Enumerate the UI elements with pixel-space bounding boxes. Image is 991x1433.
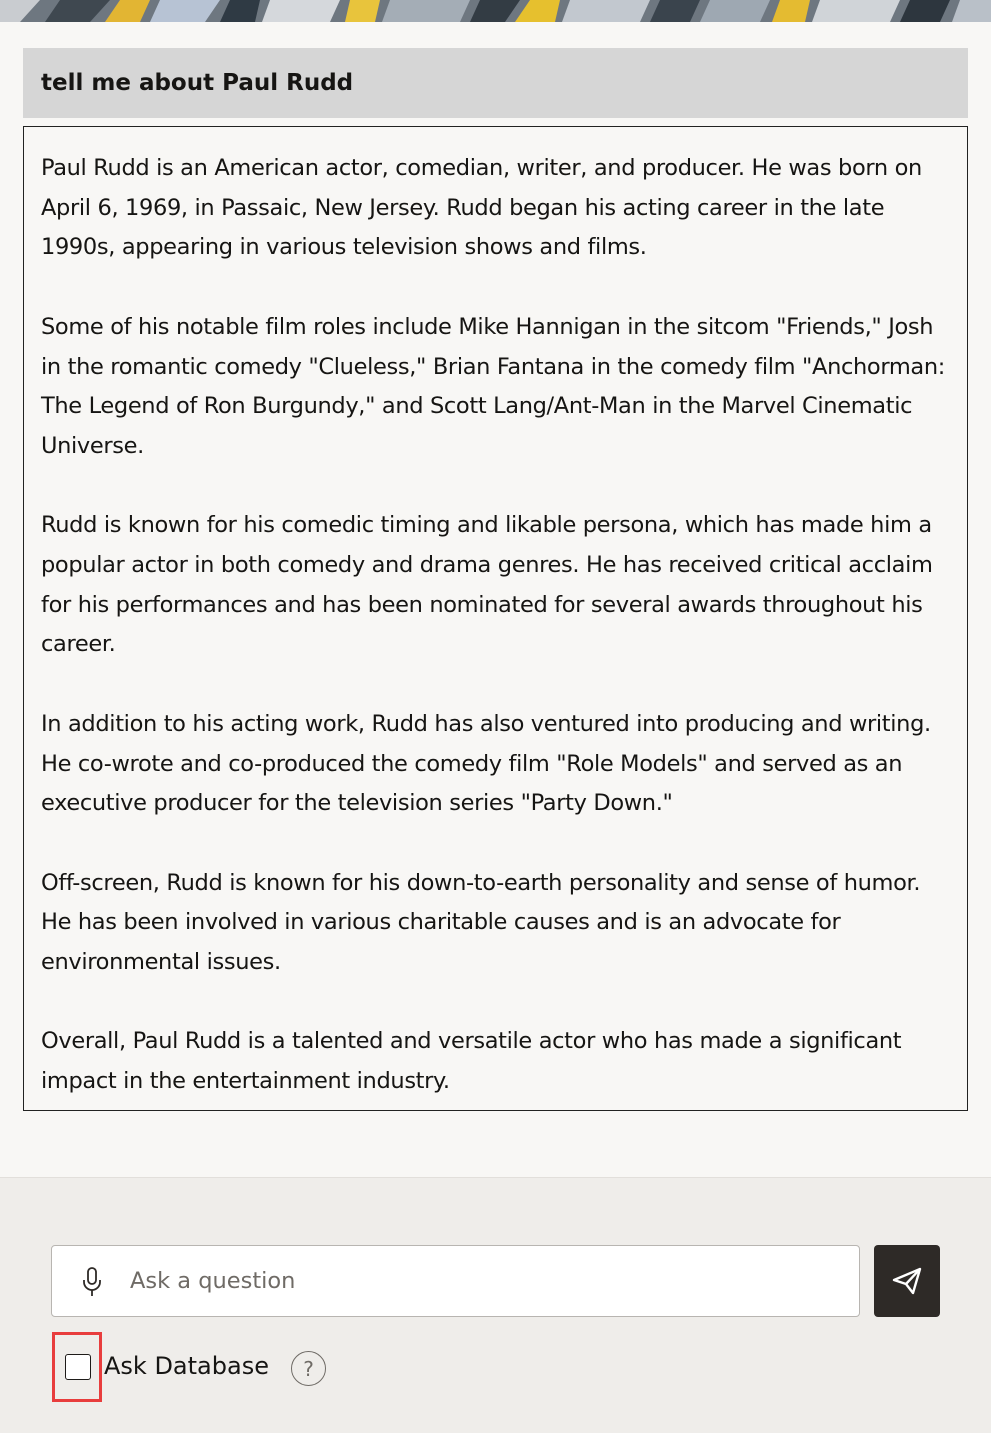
answer-paragraph: Paul Rudd is an American actor, comedian… [41, 155, 922, 261]
answer-paragraph: Overall, Paul Rudd is a talented and ver… [41, 1028, 902, 1095]
microphone-icon[interactable] [80, 1266, 104, 1298]
assistant-answer: Paul Rudd is an American actor, comedian… [23, 126, 968, 1111]
ask-database-checkbox[interactable] [65, 1354, 91, 1380]
decorative-banner [0, 0, 991, 22]
ask-database-label[interactable]: Ask Database [104, 1352, 269, 1380]
answer-paragraph: Off-screen, Rudd is known for his down-t… [41, 869, 921, 975]
paper-plane-icon [892, 1267, 922, 1295]
banner-pattern [0, 0, 991, 22]
answer-paragraph: Rudd is known for his comedic timing and… [41, 512, 933, 658]
question-input-box[interactable] [51, 1245, 860, 1317]
help-glyph: ? [303, 1356, 314, 1381]
question-input[interactable] [130, 1256, 830, 1306]
chat-transcript: tell me about Paul Rudd Paul Rudd is an … [0, 22, 991, 1177]
answer-paragraph: Some of his notable film roles include M… [41, 313, 945, 459]
composer: Ask Database ? [0, 1177, 991, 1433]
help-icon[interactable]: ? [291, 1351, 326, 1386]
send-button[interactable] [874, 1245, 940, 1317]
user-question: tell me about Paul Rudd [23, 48, 968, 118]
answer-paragraph: In addition to his acting work, Rudd has… [41, 710, 931, 817]
